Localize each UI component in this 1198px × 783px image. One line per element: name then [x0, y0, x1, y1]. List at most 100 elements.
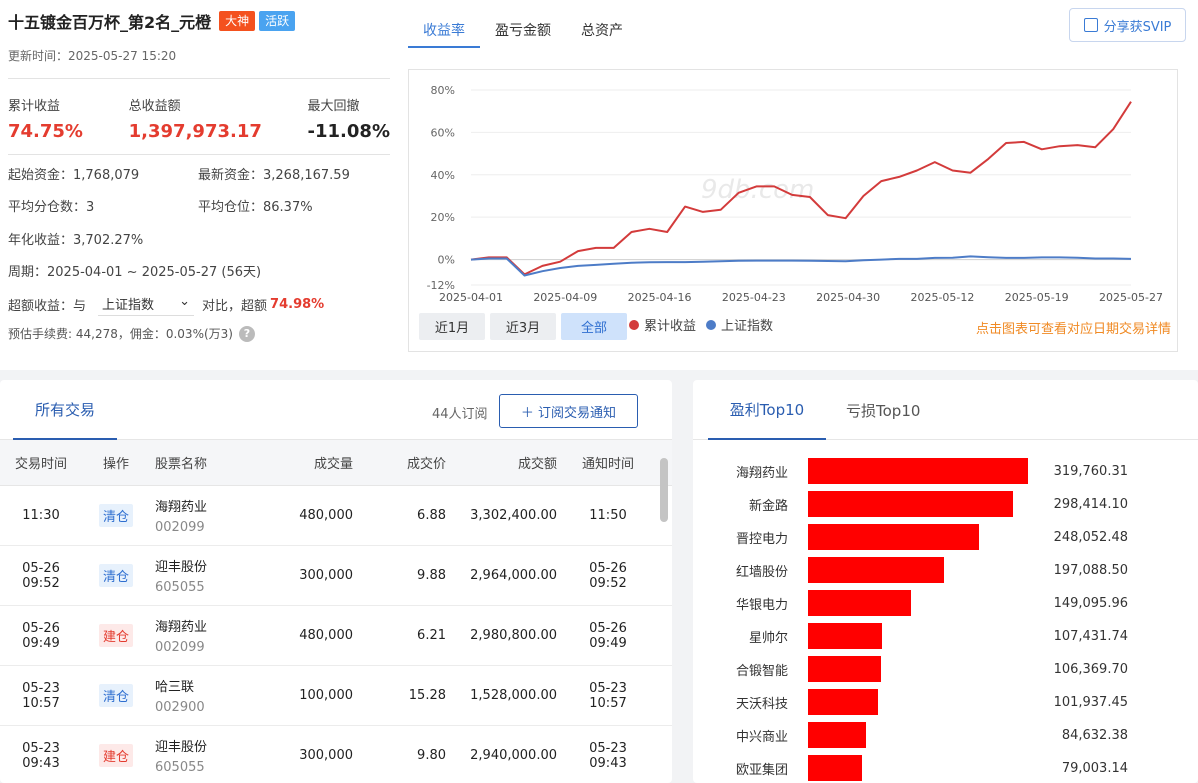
share-button[interactable]: 分享获SVIP — [1069, 8, 1186, 42]
excess-compare: 对比，超额 — [202, 298, 268, 314]
cell-volume: 300,000 — [299, 748, 353, 763]
benchmark-value: 上证指数 — [102, 298, 155, 313]
cell-volume: 100,000 — [299, 688, 353, 703]
trade-rows: 11:30 清仓 海翔药业 002099 480,000 6.88 3,302,400.00… — [0, 486, 672, 783]
cell-stock[interactable]: 海翔药业 002099 — [150, 496, 260, 535]
x-tick-label: 2025-04-16 — [628, 291, 692, 304]
top-panel: 十五镀金百万杯_第2名_元橙 大神 活跃 更新时间：2025-05-27 15:… — [0, 0, 1198, 370]
range-buttons: 近1月 近3月 全部 — [419, 313, 632, 340]
cell-stock[interactable]: 海翔药业 002099 — [150, 616, 260, 655]
return-chart[interactable]: 9db.com 80% 60% 40% 20% 0% -12% 2025-04-01 2025-… — [408, 69, 1178, 352]
bar-row[interactable]: 红墙股份 197,088.50 — [693, 557, 1198, 583]
profit-bar[interactable] — [808, 656, 882, 682]
cell-price: 9.88 — [417, 568, 446, 583]
profit-bar[interactable] — [808, 689, 879, 715]
table-row[interactable]: 05-26 09:52 清仓 迎丰股份 605055 300,000 9.88 2,964,0… — [0, 546, 672, 606]
chart-tabs: 收益率 盈亏金额 总资产 — [408, 10, 638, 48]
profit-bar[interactable] — [808, 491, 1014, 517]
benchmark-select[interactable]: 上证指数 ⌄ — [98, 292, 195, 316]
profit-bar[interactable] — [808, 590, 911, 616]
bar-row[interactable]: 新金路 298,414.10 — [693, 491, 1198, 517]
y-tick-label: 60% — [431, 126, 455, 139]
cell-op: 清仓 — [82, 564, 150, 587]
stock-name[interactable]: 哈三联 — [155, 676, 260, 695]
profit-bar[interactable] — [808, 458, 1028, 484]
bar-row[interactable]: 晋控电力 248,052.48 — [693, 524, 1198, 550]
cell-amount: 2,940,000.00 — [470, 748, 557, 763]
range-1m-button[interactable]: 近1月 — [419, 313, 485, 340]
bar-value: 248,052.48 — [1053, 529, 1128, 545]
bar-row[interactable]: 海翔药业 319,760.31 — [693, 458, 1198, 484]
range-all-button[interactable]: 全部 — [561, 313, 627, 340]
profit-bar[interactable] — [808, 557, 944, 583]
profit-bar[interactable] — [808, 524, 979, 550]
info-row: 起始资金：1,768,079 最新资金：3,268,167.59 — [8, 157, 390, 190]
excess-with: 与 — [73, 298, 87, 314]
bar-row[interactable]: 合锻智能 106,369.70 — [693, 656, 1198, 682]
notify-time: 11:50 — [589, 508, 627, 523]
cell-price: 9.80 — [417, 748, 446, 763]
table-row[interactable]: 11:30 清仓 海翔药业 002099 480,000 6.88 3,302,400.00… — [0, 486, 672, 546]
table-header: 交易时间 操作 股票名称 成交量 成交价 成交额 通知时间 — [0, 440, 672, 486]
chart-svg[interactable]: 9db.com80%60%40%20%0%-12%2025-04-01 2025-… — [409, 70, 1177, 310]
info-grid: 起始资金：1,768,079 最新资金：3,268,167.59 平均分仓数：3… — [8, 157, 390, 287]
tab-return-rate[interactable]: 收益率 — [408, 10, 480, 48]
stock-name[interactable]: 海翔药业 — [155, 496, 260, 515]
x-tick-label: 2025-04-09 — [533, 291, 597, 304]
stock-name[interactable]: 迎丰股份 — [155, 736, 260, 755]
stock-name[interactable]: 迎丰股份 — [155, 556, 260, 575]
table-row[interactable]: 05-23 09:43 建仓 迎丰股份 605055 300,000 9.80 2,940,0… — [0, 726, 672, 783]
chart-watermark: 9db.com — [701, 175, 814, 205]
bar-row[interactable]: 天沃科技 101,937.45 — [693, 689, 1198, 715]
legend-item-cumulative[interactable]: 累计收益 — [629, 315, 696, 334]
bar-stock-name: 中兴商业 — [735, 729, 788, 745]
bar-row[interactable]: 华银电力 149,095.96 — [693, 590, 1198, 616]
bar-value: 298,414.10 — [1053, 496, 1128, 512]
op-tag: 清仓 — [98, 504, 133, 527]
profit-bar[interactable] — [808, 722, 867, 748]
tab-profit-amount[interactable]: 盈亏金额 — [480, 10, 566, 48]
y-tick-label: 40% — [431, 169, 455, 182]
col-header-notify: 通知时间 — [581, 457, 634, 472]
trade-time: 10:57 — [22, 695, 60, 711]
range-3m-button[interactable]: 近3月 — [490, 313, 556, 340]
cell-stock[interactable]: 迎丰股份 605055 — [150, 736, 260, 775]
notify-time: 09:43 — [589, 755, 627, 771]
info-row: 平均分仓数：3 平均仓位：86.37% — [8, 190, 390, 223]
table-row[interactable]: 05-23 10:57 清仓 哈三联 002900 100,000 15.28 1,528,0… — [0, 666, 672, 726]
bar-row[interactable]: 欧亚集团 79,003.14 — [693, 755, 1198, 781]
tab-all-trades[interactable]: 所有交易 — [13, 380, 117, 440]
profit-bar[interactable] — [808, 623, 882, 649]
tab-total-assets[interactable]: 总资产 — [566, 10, 638, 48]
page-title: 十五镀金百万杯_第2名_元橙 — [8, 13, 212, 32]
cell-stock[interactable]: 哈三联 002900 — [150, 676, 260, 715]
cell-time: 05-26 09:49 — [0, 621, 82, 651]
bar-track — [808, 656, 1028, 682]
help-icon[interactable]: ? — [238, 325, 255, 342]
bar-row[interactable]: 中兴商业 84,632.38 — [693, 722, 1198, 748]
cell-stock[interactable]: 迎丰股份 605055 — [150, 556, 260, 595]
avg-positions: 平均分仓数：3 — [8, 200, 95, 216]
tab-profit-top10[interactable]: 盈利Top10 — [708, 380, 826, 440]
cell-price: 6.88 — [417, 508, 446, 523]
bar-row[interactable]: 星帅尔 107,431.74 — [693, 623, 1198, 649]
trade-date: 05-23 — [22, 740, 60, 756]
col-header-op: 操作 — [102, 457, 129, 472]
scrollbar[interactable] — [660, 458, 668, 522]
trades-panel: 所有交易 44人订阅 ＋ 订阅交易通知 交易时间 操作 股票名称 成交量 成交价… — [0, 380, 672, 783]
legend-item-benchmark[interactable]: 上证指数 — [706, 315, 773, 334]
trade-time: 11:30 — [22, 508, 60, 523]
legend-label: 累计收益 — [644, 319, 697, 334]
profit-bar[interactable] — [808, 755, 863, 781]
account-summary: 十五镀金百万杯_第2名_元橙 大神 活跃 更新时间：2025-05-27 15:… — [8, 8, 390, 342]
table-row[interactable]: 05-26 09:49 建仓 海翔药业 002099 480,000 6.21 2,980,8… — [0, 606, 672, 666]
trade-date: 05-26 — [22, 560, 60, 576]
cell-time: 05-23 10:57 — [0, 681, 82, 711]
notify-time: 10:57 — [589, 695, 627, 711]
stock-code: 605055 — [155, 580, 205, 595]
op-tag: 清仓 — [98, 684, 133, 707]
subscribe-button[interactable]: ＋ 订阅交易通知 — [499, 394, 638, 428]
excess-return-row: 超额收益： 与 上证指数 ⌄ 对比，超额 74.98% — [8, 287, 390, 321]
tab-loss-top10[interactable]: 亏损Top10 — [846, 400, 920, 421]
stock-name[interactable]: 海翔药业 — [155, 616, 260, 635]
